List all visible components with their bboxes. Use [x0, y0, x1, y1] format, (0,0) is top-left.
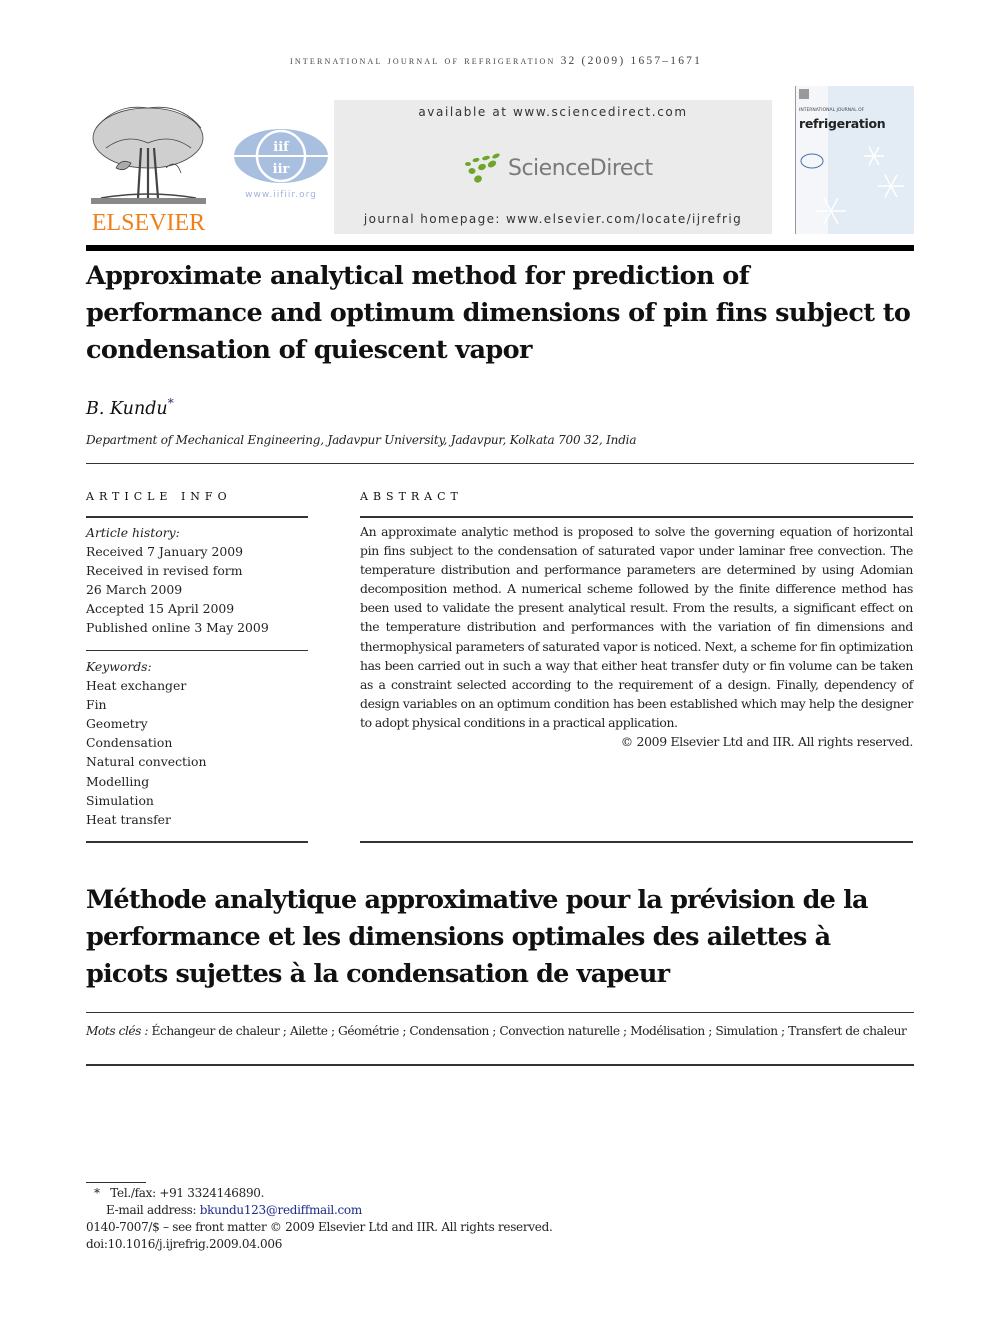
- mots-cles-label: Mots clés :: [86, 1024, 149, 1038]
- keyword-item: Natural convection: [86, 754, 207, 770]
- abstract-body: An approximate analytic method is propos…: [360, 524, 913, 730]
- article-info-bottom-rule: [86, 841, 308, 843]
- svg-text:iir: iir: [273, 162, 290, 177]
- mots-cles-bottom-rule: [86, 1064, 914, 1066]
- history-item: Published online 3 May 2009: [86, 620, 269, 636]
- elsevier-wordmark: ELSEVIER: [91, 210, 206, 236]
- abstract-copyright: © 2009 Elsevier Ltd and IIR. All rights …: [620, 734, 914, 749]
- iif-url[interactable]: www.iifiir.org: [232, 190, 330, 200]
- running-head: INTERNATIONAL JOURNAL OF REFRIGERATION 3…: [289, 55, 703, 67]
- doi-link[interactable]: doi:10.1016/j.ijrefrig.2009.04.006: [86, 1237, 686, 1251]
- affiliation: Department of Mechanical Engineering, Ja…: [86, 433, 637, 447]
- abstract-rule: [360, 516, 913, 518]
- sciencedirect-wordmark: ScienceDirect: [508, 156, 653, 181]
- article-history-label: Article history:: [86, 525, 180, 540]
- french-title: Méthode analytique approximative pour la…: [86, 885, 869, 989]
- keyword-item: Fin: [86, 697, 107, 713]
- keyword-item: Condensation: [86, 735, 173, 751]
- footnote-rule: [86, 1182, 146, 1183]
- affiliation-rule: [86, 463, 914, 464]
- keywords-rule: [86, 650, 308, 651]
- email-label: E-mail address:: [106, 1203, 197, 1217]
- article-title: Approximate analytical method for predic…: [86, 261, 911, 365]
- history-item: 26 March 2009: [86, 582, 183, 598]
- available-at-link[interactable]: available at www.sciencedirect.com: [334, 105, 772, 119]
- history-item: Received in revised form: [86, 563, 243, 579]
- mots-cles-top-rule: [86, 1012, 914, 1013]
- journal-cover-thumbnail: INTERNATIONAL JOURNAL OF refrigeration: [795, 86, 914, 234]
- abstract-bottom-rule: [360, 841, 913, 843]
- journal-homepage-link[interactable]: journal homepage: www.elsevier.com/locat…: [334, 212, 772, 226]
- author-name[interactable]: B. Kundu: [86, 399, 168, 419]
- iif-globe-logo: iif iir: [234, 129, 328, 183]
- keyword-item: Heat transfer: [86, 811, 171, 827]
- email-link[interactable]: bkundu123@rediffmail.com: [200, 1203, 362, 1217]
- history-item: Accepted 15 April 2009: [86, 601, 235, 617]
- keywords-list: Keywords: Heat exchanger Fin Geometry Co…: [86, 657, 308, 829]
- corresponding-author-mark[interactable]: *: [168, 396, 174, 410]
- footnote-mark: *: [94, 1186, 100, 1200]
- article-history: Article history: Received 7 January 2009…: [86, 523, 308, 638]
- history-item: Received 7 January 2009: [86, 544, 244, 560]
- keyword-item: Simulation: [86, 792, 154, 808]
- article-info-heading: ARTICLE INFO: [86, 490, 232, 503]
- keywords-label: Keywords:: [86, 659, 152, 674]
- snowflake-icon: [799, 89, 904, 225]
- tel-fax: Tel./fax: +91 3324146890.: [110, 1186, 265, 1200]
- footnote-tel: * Tel./fax: +91 3324146890.: [94, 1186, 694, 1200]
- mots-cles-list: Échangeur de chaleur ; Ailette ; Géométr…: [151, 1024, 907, 1038]
- front-matter: 0140-7007/$ – see front matter © 2009 El…: [86, 1220, 553, 1234]
- keyword-item: Heat exchanger: [86, 678, 187, 694]
- header-rule: [86, 245, 914, 251]
- author-line: B. Kundu*: [86, 396, 174, 419]
- keyword-item: Modelling: [86, 773, 150, 789]
- svg-text:iif: iif: [273, 140, 290, 155]
- footnote-email: E-mail address: bkundu123@rediffmail.com: [106, 1203, 706, 1217]
- keyword-item: Geometry: [86, 716, 148, 732]
- abstract-heading: ABSTRACT: [360, 490, 463, 503]
- article-info-rule: [86, 516, 308, 518]
- mots-cles: Mots clés : Échangeur de chaleur ; Ailet…: [86, 1022, 914, 1041]
